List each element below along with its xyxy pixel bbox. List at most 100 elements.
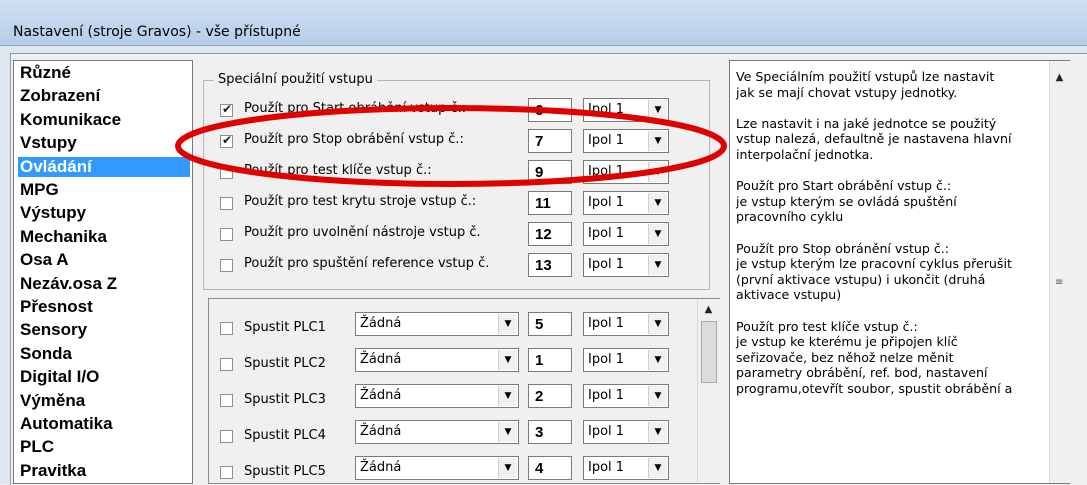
unit-select[interactable]: Ipol 1 ▼	[583, 191, 669, 215]
plc-program-value: Žádná	[360, 460, 402, 475]
input-number-field[interactable]: 7	[528, 129, 572, 153]
category-item[interactable]: PLC	[18, 437, 190, 457]
chevron-down-icon[interactable]: ▼	[648, 131, 667, 151]
input-label: Použít pro test klíče vstup č.:	[244, 163, 432, 178]
scroll-up-icon[interactable]: ▲	[700, 301, 717, 318]
input-checkbox[interactable]	[220, 259, 233, 272]
unit-select[interactable]: Ipol 1 ▼	[583, 384, 669, 408]
input-label: Použít pro Start obrábění vstup č.:	[244, 101, 467, 116]
input-checkbox[interactable]	[220, 166, 233, 179]
unit-select[interactable]: Ipol 1 ▼	[583, 312, 669, 336]
plc-program-select[interactable]: Žádná ▼	[355, 348, 519, 372]
unit-select-value: Ipol 1	[588, 424, 625, 439]
unit-select-value: Ipol 1	[588, 195, 625, 210]
scroll-grip-icon[interactable]: ≡	[1055, 278, 1063, 288]
chevron-down-icon[interactable]: ▼	[498, 458, 517, 478]
chevron-down-icon[interactable]: ▼	[648, 224, 667, 244]
category-item[interactable]: Vstupy	[18, 133, 190, 153]
input-number-field[interactable]: 9	[528, 160, 572, 184]
unit-select[interactable]: Ipol 1 ▼	[583, 420, 669, 444]
input-number-field[interactable]: 12	[528, 222, 572, 246]
category-item[interactable]: Osa A	[18, 250, 190, 270]
category-item[interactable]: Výměna	[18, 391, 190, 411]
category-item[interactable]: Výstupy	[18, 203, 190, 223]
scroll-up-icon[interactable]: ▲	[1051, 69, 1068, 86]
chevron-down-icon[interactable]: ▼	[648, 422, 667, 442]
help-line: vstup nalezá, defaultně je nastavena hla…	[736, 131, 1012, 147]
category-item[interactable]: Mechanika	[18, 227, 190, 247]
category-list[interactable]: Různé Zobrazení Komunikace Vstupy Ovládání MP…	[13, 60, 193, 484]
input-checkbox[interactable]: ✔	[220, 133, 233, 148]
plc-label: Spustit PLC5	[244, 464, 326, 479]
category-item[interactable]: Komunikace	[18, 110, 190, 130]
input-label: Použít pro spuštění reference vstup č.	[244, 256, 490, 271]
plc-checkbox[interactable]	[220, 466, 233, 479]
plc-program-select[interactable]: Žádná ▼	[355, 456, 519, 480]
unit-select[interactable]: Ipol 1 ▼	[583, 98, 669, 122]
plc-program-select[interactable]: Žádná ▼	[355, 420, 519, 444]
category-item[interactable]: Pravitka	[18, 461, 190, 481]
category-item[interactable]: Sonda	[18, 344, 190, 364]
unit-select-value: Ipol 1	[588, 388, 625, 403]
plc-checkbox[interactable]	[220, 430, 233, 443]
unit-select-value: Ipol 1	[588, 133, 625, 148]
plc-checkbox[interactable]	[220, 358, 233, 371]
chevron-down-icon[interactable]: ▼	[648, 458, 667, 478]
plc-input-field[interactable]: 5	[528, 312, 572, 336]
chevron-down-icon[interactable]: ▼	[648, 193, 667, 213]
chevron-down-icon[interactable]: ▼	[648, 162, 667, 182]
help-line: Použít pro Stop obránění vstup č.:	[736, 240, 950, 256]
input-number-field[interactable]: 13	[528, 253, 572, 277]
title-bar: Nastavení (stroje Gravos) - vše přístupn…	[0, 0, 1087, 46]
chevron-down-icon[interactable]: ▼	[648, 350, 667, 370]
category-item[interactable]: MPG	[18, 180, 190, 200]
chevron-down-icon[interactable]: ▼	[498, 350, 517, 370]
unit-select-value: Ipol 1	[588, 257, 625, 272]
unit-select-value: Ipol 1	[588, 164, 625, 179]
plc-program-select[interactable]: Žádná ▼	[355, 312, 519, 336]
category-item[interactable]: Automatika	[18, 414, 190, 434]
chevron-down-icon[interactable]: ▼	[648, 386, 667, 406]
category-item[interactable]: Různé	[18, 63, 190, 83]
category-item[interactable]: Přesnost	[18, 297, 190, 317]
chevron-down-icon[interactable]: ▼	[498, 386, 517, 406]
chevron-down-icon[interactable]: ▼	[648, 255, 667, 275]
category-item[interactable]: Digital I/O	[18, 367, 190, 387]
chevron-down-icon[interactable]: ▼	[498, 314, 517, 334]
checkmark-icon: ✔	[222, 133, 233, 147]
chevron-down-icon[interactable]: ▼	[648, 100, 667, 120]
unit-select-value: Ipol 1	[588, 352, 625, 367]
category-item[interactable]: Ovládání	[18, 156, 190, 177]
unit-select[interactable]: Ipol 1 ▼	[583, 253, 669, 277]
help-scrollbar[interactable]: ▲ ≡	[1049, 61, 1070, 483]
plc-checkbox[interactable]	[220, 394, 233, 407]
plc-program-value: Žádná	[360, 316, 402, 331]
plc-checkbox[interactable]	[220, 322, 233, 335]
unit-select[interactable]: Ipol 1 ▼	[583, 222, 669, 246]
plc-scrollbar[interactable]: ▲	[697, 299, 720, 483]
unit-select[interactable]: Ipol 1 ▼	[583, 456, 669, 480]
category-item[interactable]: Nezáv.osa Z	[18, 274, 190, 294]
plc-label: Spustit PLC1	[244, 320, 326, 335]
input-number-field[interactable]: 6	[528, 98, 572, 122]
plc-input-field[interactable]: 3	[528, 420, 572, 444]
category-item[interactable]: Sensory	[18, 320, 190, 340]
scroll-thumb[interactable]	[701, 321, 717, 383]
input-number-field[interactable]: 11	[528, 191, 572, 215]
plc-input-field[interactable]: 1	[528, 348, 572, 372]
chevron-down-icon[interactable]: ▼	[648, 314, 667, 334]
plc-program-select[interactable]: Žádná ▼	[355, 384, 519, 408]
help-line: interpolační jednotka.	[736, 147, 874, 162]
input-checkbox[interactable]: ✔	[220, 102, 233, 117]
chevron-down-icon[interactable]: ▼	[498, 422, 517, 442]
unit-select-value: Ipol 1	[588, 460, 625, 475]
group-title: Speciální použití vstupu	[214, 72, 377, 87]
unit-select[interactable]: Ipol 1 ▼	[583, 129, 669, 153]
input-checkbox[interactable]	[220, 197, 233, 210]
plc-input-field[interactable]: 2	[528, 384, 572, 408]
unit-select[interactable]: Ipol 1 ▼	[583, 160, 669, 184]
plc-input-field[interactable]: 4	[528, 456, 572, 480]
category-item[interactable]: Zobrazení	[18, 86, 190, 106]
unit-select[interactable]: Ipol 1 ▼	[583, 348, 669, 372]
input-checkbox[interactable]	[220, 228, 233, 241]
